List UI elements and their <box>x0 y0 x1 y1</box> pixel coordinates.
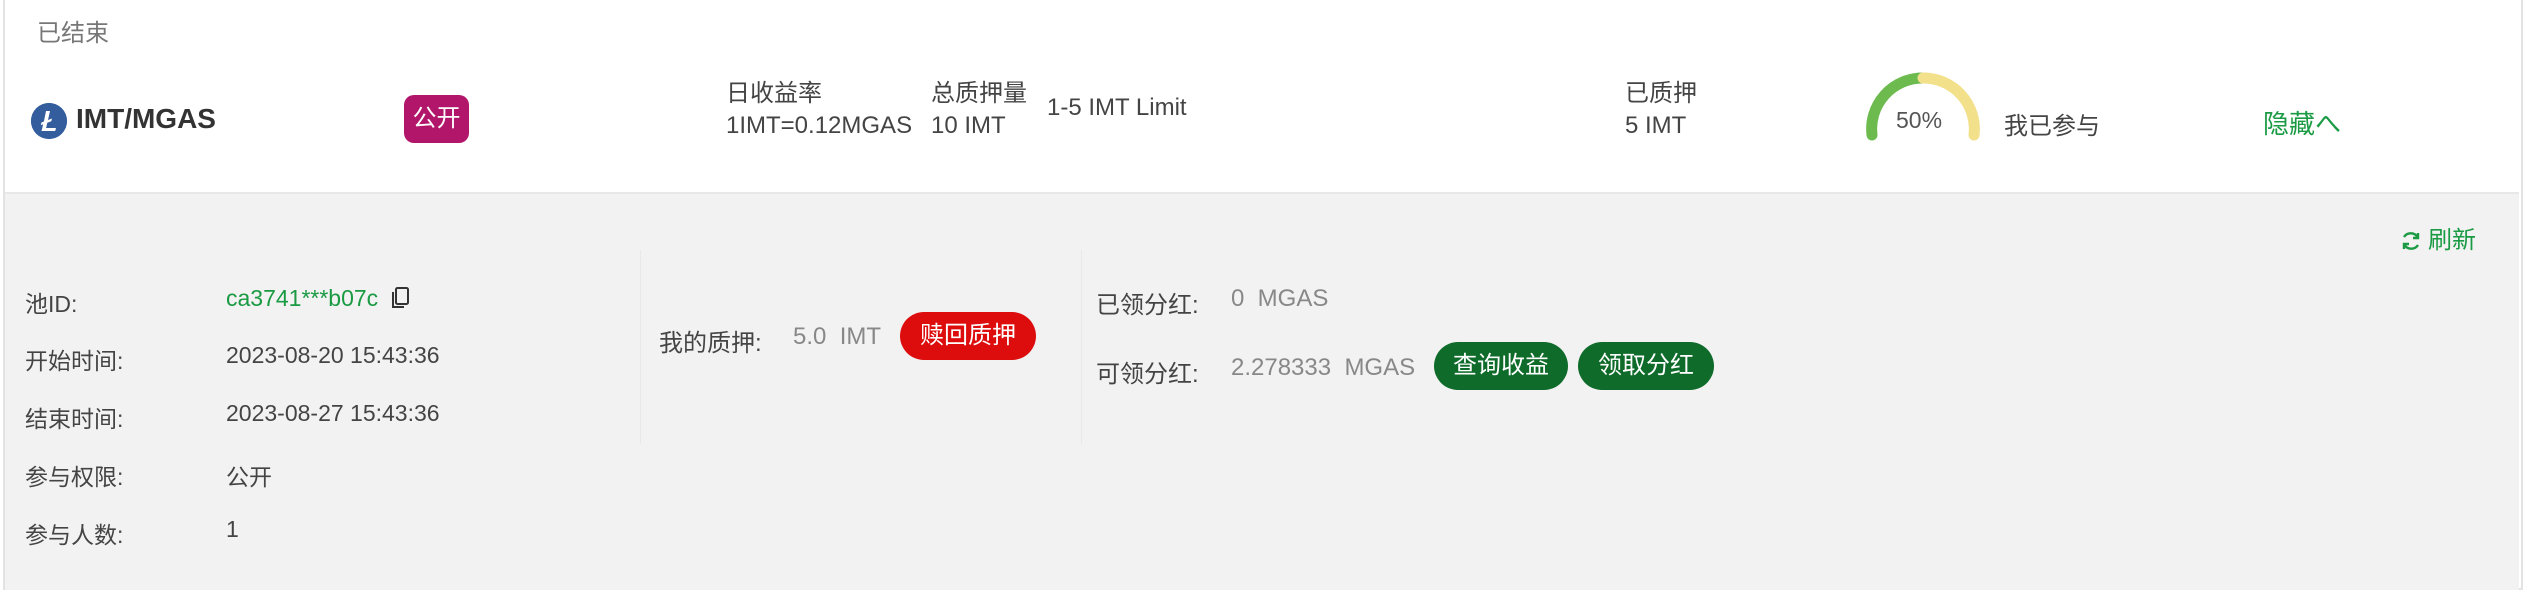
permission-label: 参与权限: <box>25 464 124 490</box>
staked-value: 5 IMT <box>1625 112 1687 139</box>
refresh-label: 刷新 <box>2428 227 2476 254</box>
refresh-button[interactable]: 刷新 <box>2400 220 2476 255</box>
stake-limit: 1-5 IMT Limit <box>1047 94 1187 121</box>
my-stake-label: 我的质押: <box>659 330 762 357</box>
query-earnings-button[interactable]: 查询收益 <box>1434 342 1568 390</box>
detail-panel <box>5 192 2519 590</box>
litecoin-icon <box>31 103 67 139</box>
claimed-label: 已领分红: <box>1096 292 1199 319</box>
total-stake-label: 总质押量 <box>931 80 1027 107</box>
daily-rate-value: 1IMT=0.12MGAS <box>726 112 913 139</box>
hide-toggle[interactable]: 隐藏へ <box>2263 104 2341 141</box>
progress-gauge <box>1866 72 1980 141</box>
joined-status: 我已参与 <box>2004 113 2100 140</box>
claimable-label: 可领分红: <box>1096 361 1199 388</box>
start-time-label: 开始时间: <box>25 348 124 374</box>
participants-label: 参与人数: <box>25 522 124 548</box>
daily-rate-label: 日收益率 <box>726 80 822 107</box>
participants-value: 1 <box>226 516 239 542</box>
permission-value: 公开 <box>226 464 272 490</box>
staked-label: 已质押 <box>1625 80 1697 107</box>
pool-status: 已结束 <box>37 20 109 47</box>
refresh-icon <box>2402 232 2420 250</box>
end-time-label: 结束时间: <box>25 406 124 432</box>
progress-percent: 50% <box>1896 107 1943 133</box>
total-stake-value: 10 IMT <box>931 112 1006 139</box>
end-time-value: 2023-08-27 15:43:36 <box>226 400 440 426</box>
my-stake-value: 5.0 IMT <box>793 323 882 350</box>
claimed-value: 0 MGAS <box>1231 285 1329 312</box>
claim-dividend-button[interactable]: 领取分红 <box>1578 342 1714 390</box>
start-time-value: 2023-08-20 15:43:36 <box>226 342 440 368</box>
page: 已结束 IMT/MGAS 公开 日收益率 1IMT=0.12MGAS 总质押量 … <box>0 0 2526 592</box>
access-badge: 公开 <box>404 95 469 143</box>
copy-icon[interactable] <box>390 286 410 310</box>
pool-id-label: 池ID: <box>25 291 78 317</box>
pool-pair: IMT/MGAS <box>76 103 216 134</box>
pool-id-value: ca3741***b07c <box>226 285 379 311</box>
claimable-value: 2.278333 MGAS <box>1231 354 1416 381</box>
redeem-button[interactable]: 赎回质押 <box>900 312 1036 360</box>
